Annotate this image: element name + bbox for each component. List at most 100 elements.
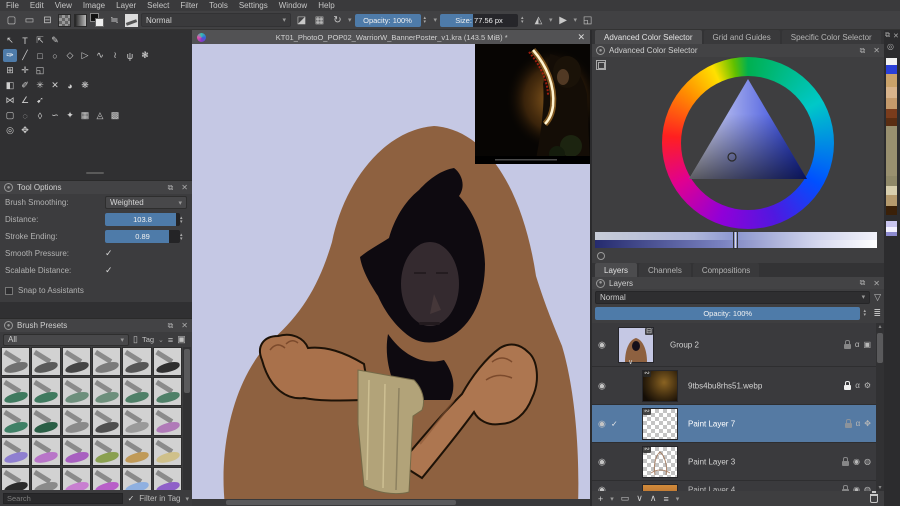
layer-opacity-slider[interactable]: Opacity: 100%	[595, 306, 861, 320]
eye-badge-icon[interactable]: ◉	[853, 457, 860, 466]
gradient-tool-icon[interactable]: ◧	[3, 79, 17, 92]
palette-swatch[interactable]	[886, 87, 897, 98]
chevron-down-icon[interactable]: ▾	[185, 495, 189, 503]
collapse-icon[interactable]: ●	[4, 321, 13, 330]
visibility-eye-icon[interactable]: ◉	[598, 418, 606, 429]
float-dock-icon[interactable]: ⧉	[168, 321, 174, 331]
horizontal-scrollbar[interactable]	[192, 499, 590, 506]
canvas[interactable]	[192, 44, 590, 506]
filter-in-tag-checkbox[interactable]: ✓	[128, 494, 135, 503]
layer-blending-dropdown[interactable]: Normal ▾	[595, 290, 871, 304]
circle-badge-icon[interactable]: ◍	[864, 457, 871, 466]
open-document-icon[interactable]: ▭	[22, 13, 37, 28]
close-icon[interactable]: ✕	[181, 321, 188, 330]
brush-preset-tile[interactable]	[1, 467, 31, 490]
layer-row-group-2[interactable]: ◉ ⊟ ∨ Group 2 α ▣	[592, 323, 876, 367]
brush-preset-tile[interactable]	[152, 407, 182, 436]
tag-filter-dropdown[interactable]: All ▾	[3, 333, 129, 346]
layers-header[interactable]: ● Layers ⧉ ✕	[592, 277, 884, 289]
smart-patch-tool-icon[interactable]: ✕	[48, 79, 62, 92]
menu-item-tools[interactable]: Tools	[209, 0, 228, 11]
size-spinner[interactable]: ▴ ▾	[521, 16, 528, 25]
tab-layers[interactable]: Layers	[595, 263, 638, 277]
chevron-down-icon[interactable]: ▾	[549, 16, 553, 24]
menu-item-window[interactable]: Window	[279, 0, 307, 11]
line-tool-icon[interactable]: ╱	[18, 49, 32, 62]
pattern-edit-tool-icon[interactable]: ✳	[33, 79, 47, 92]
freehand-path-tool-icon[interactable]: ≀	[108, 49, 122, 62]
trim-icon[interactable]: ◱	[580, 13, 595, 28]
brush-preset-tile[interactable]	[31, 347, 61, 376]
multibrush-tool-icon[interactable]: ❃	[138, 49, 152, 62]
float-dock-icon[interactable]: ⧉	[885, 32, 890, 40]
distance-slider[interactable]: 103.8	[105, 213, 180, 226]
lock-open-icon[interactable]	[844, 418, 852, 428]
snap-icon[interactable]: ▶	[556, 13, 571, 28]
calligraphy-tool-icon[interactable]: ✎	[48, 34, 62, 47]
chevron-down-icon[interactable]: ▾	[434, 16, 438, 24]
grid-view-icon[interactable]: ▣	[177, 334, 186, 345]
move-tool-icon[interactable]: ✛	[18, 64, 32, 77]
stroke-ending-spinner[interactable]: ▴ ▾	[180, 232, 187, 241]
brush-preset-tile[interactable]	[61, 407, 91, 436]
brush-preset-chooser[interactable]	[125, 13, 138, 27]
menu-item-help[interactable]: Help	[318, 0, 334, 11]
brush-preset-tile[interactable]	[92, 437, 122, 466]
palette-swatch[interactable]	[886, 109, 897, 118]
layer-filter-icon[interactable]: ▽	[874, 292, 881, 303]
color-history-icon[interactable]	[597, 252, 605, 260]
zoom-tool-icon[interactable]: ◎	[3, 124, 17, 137]
palette-swatch[interactable]	[886, 232, 897, 236]
magnetic-select-tool-icon[interactable]: ▩	[108, 109, 122, 122]
stroke-ending-slider[interactable]: 0.89	[105, 230, 180, 243]
collapse-icon[interactable]: ●	[596, 46, 605, 55]
float-dock-icon[interactable]: ⧉	[860, 46, 866, 56]
enclose-fill-tool-icon[interactable]: ❋	[78, 79, 92, 92]
smooth-pressure-checkbox[interactable]: ✓	[105, 248, 113, 259]
lock-closed-icon[interactable]	[844, 380, 852, 390]
tool-options-header[interactable]: ● Tool Options ⧉ ✕	[0, 181, 192, 194]
distance-spinner[interactable]: ▴ ▾	[180, 215, 187, 224]
lock-open-icon[interactable]	[842, 456, 850, 466]
move-layer-up-button[interactable]: ∧	[650, 493, 657, 504]
visibility-eye-icon[interactable]: ◉	[598, 456, 606, 467]
alpha-badge-icon[interactable]: α	[855, 340, 860, 349]
tab-compositions[interactable]: Compositions	[692, 263, 760, 277]
ellipse-tool-icon[interactable]: ○	[48, 49, 62, 62]
move-badge-icon[interactable]: ✥	[864, 419, 871, 428]
palette-swatch[interactable]	[886, 58, 897, 65]
menu-item-file[interactable]: File	[6, 0, 19, 11]
brush-presets-header[interactable]: ● Brush Presets ⧉ ✕	[0, 319, 192, 332]
snap-to-assistants-checkbox[interactable]	[5, 286, 13, 295]
close-icon[interactable]: ✕	[181, 183, 188, 192]
layer-thumbnail[interactable]: ⊟	[618, 327, 654, 363]
brush-presets-scrollbar[interactable]	[183, 347, 191, 490]
menu-item-layer[interactable]: Layer	[116, 0, 136, 11]
frame-badge-icon[interactable]: ▣	[863, 340, 871, 349]
reload-preset-icon[interactable]: ↻	[330, 13, 345, 28]
bezier-select-tool-icon[interactable]: ◬	[93, 109, 107, 122]
rect-select-tool-icon[interactable]: ▢	[3, 109, 17, 122]
visibility-eye-icon[interactable]: ◉	[598, 380, 606, 391]
brush-preset-tile[interactable]	[122, 347, 152, 376]
brush-smoothing-dropdown[interactable]: Weighted ▾	[105, 196, 187, 209]
brush-preset-tile[interactable]	[122, 407, 152, 436]
brush-preset-tile[interactable]	[92, 467, 122, 490]
palette-swatch[interactable]	[886, 118, 897, 126]
assistants-tool-icon[interactable]: ⋈	[3, 94, 17, 107]
alpha-badge-icon[interactable]: α	[855, 381, 860, 390]
layer-menu-icon[interactable]: ≣	[873, 308, 881, 319]
layer-row-paint-layer-4[interactable]: ◉ Paint Layer 4 ◉ ◍	[592, 481, 876, 491]
polyline-tool-icon[interactable]: ▷	[78, 49, 92, 62]
layer-thumbnail[interactable]	[642, 484, 678, 491]
menu-item-settings[interactable]: Settings	[239, 0, 268, 11]
palette-swatch[interactable]	[886, 206, 897, 215]
menu-item-image[interactable]: Image	[83, 0, 105, 11]
palette-settings-icon[interactable]: ◎	[887, 42, 894, 51]
dynamic-brush-tool-icon[interactable]: ψ	[123, 49, 137, 62]
close-icon[interactable]: ✕	[577, 32, 585, 43]
rectangle-tool-icon[interactable]: □	[33, 49, 47, 62]
lock-open-icon[interactable]	[843, 339, 851, 349]
brush-preset-tile[interactable]	[1, 437, 31, 466]
scalable-distance-checkbox[interactable]: ✓	[105, 265, 113, 276]
